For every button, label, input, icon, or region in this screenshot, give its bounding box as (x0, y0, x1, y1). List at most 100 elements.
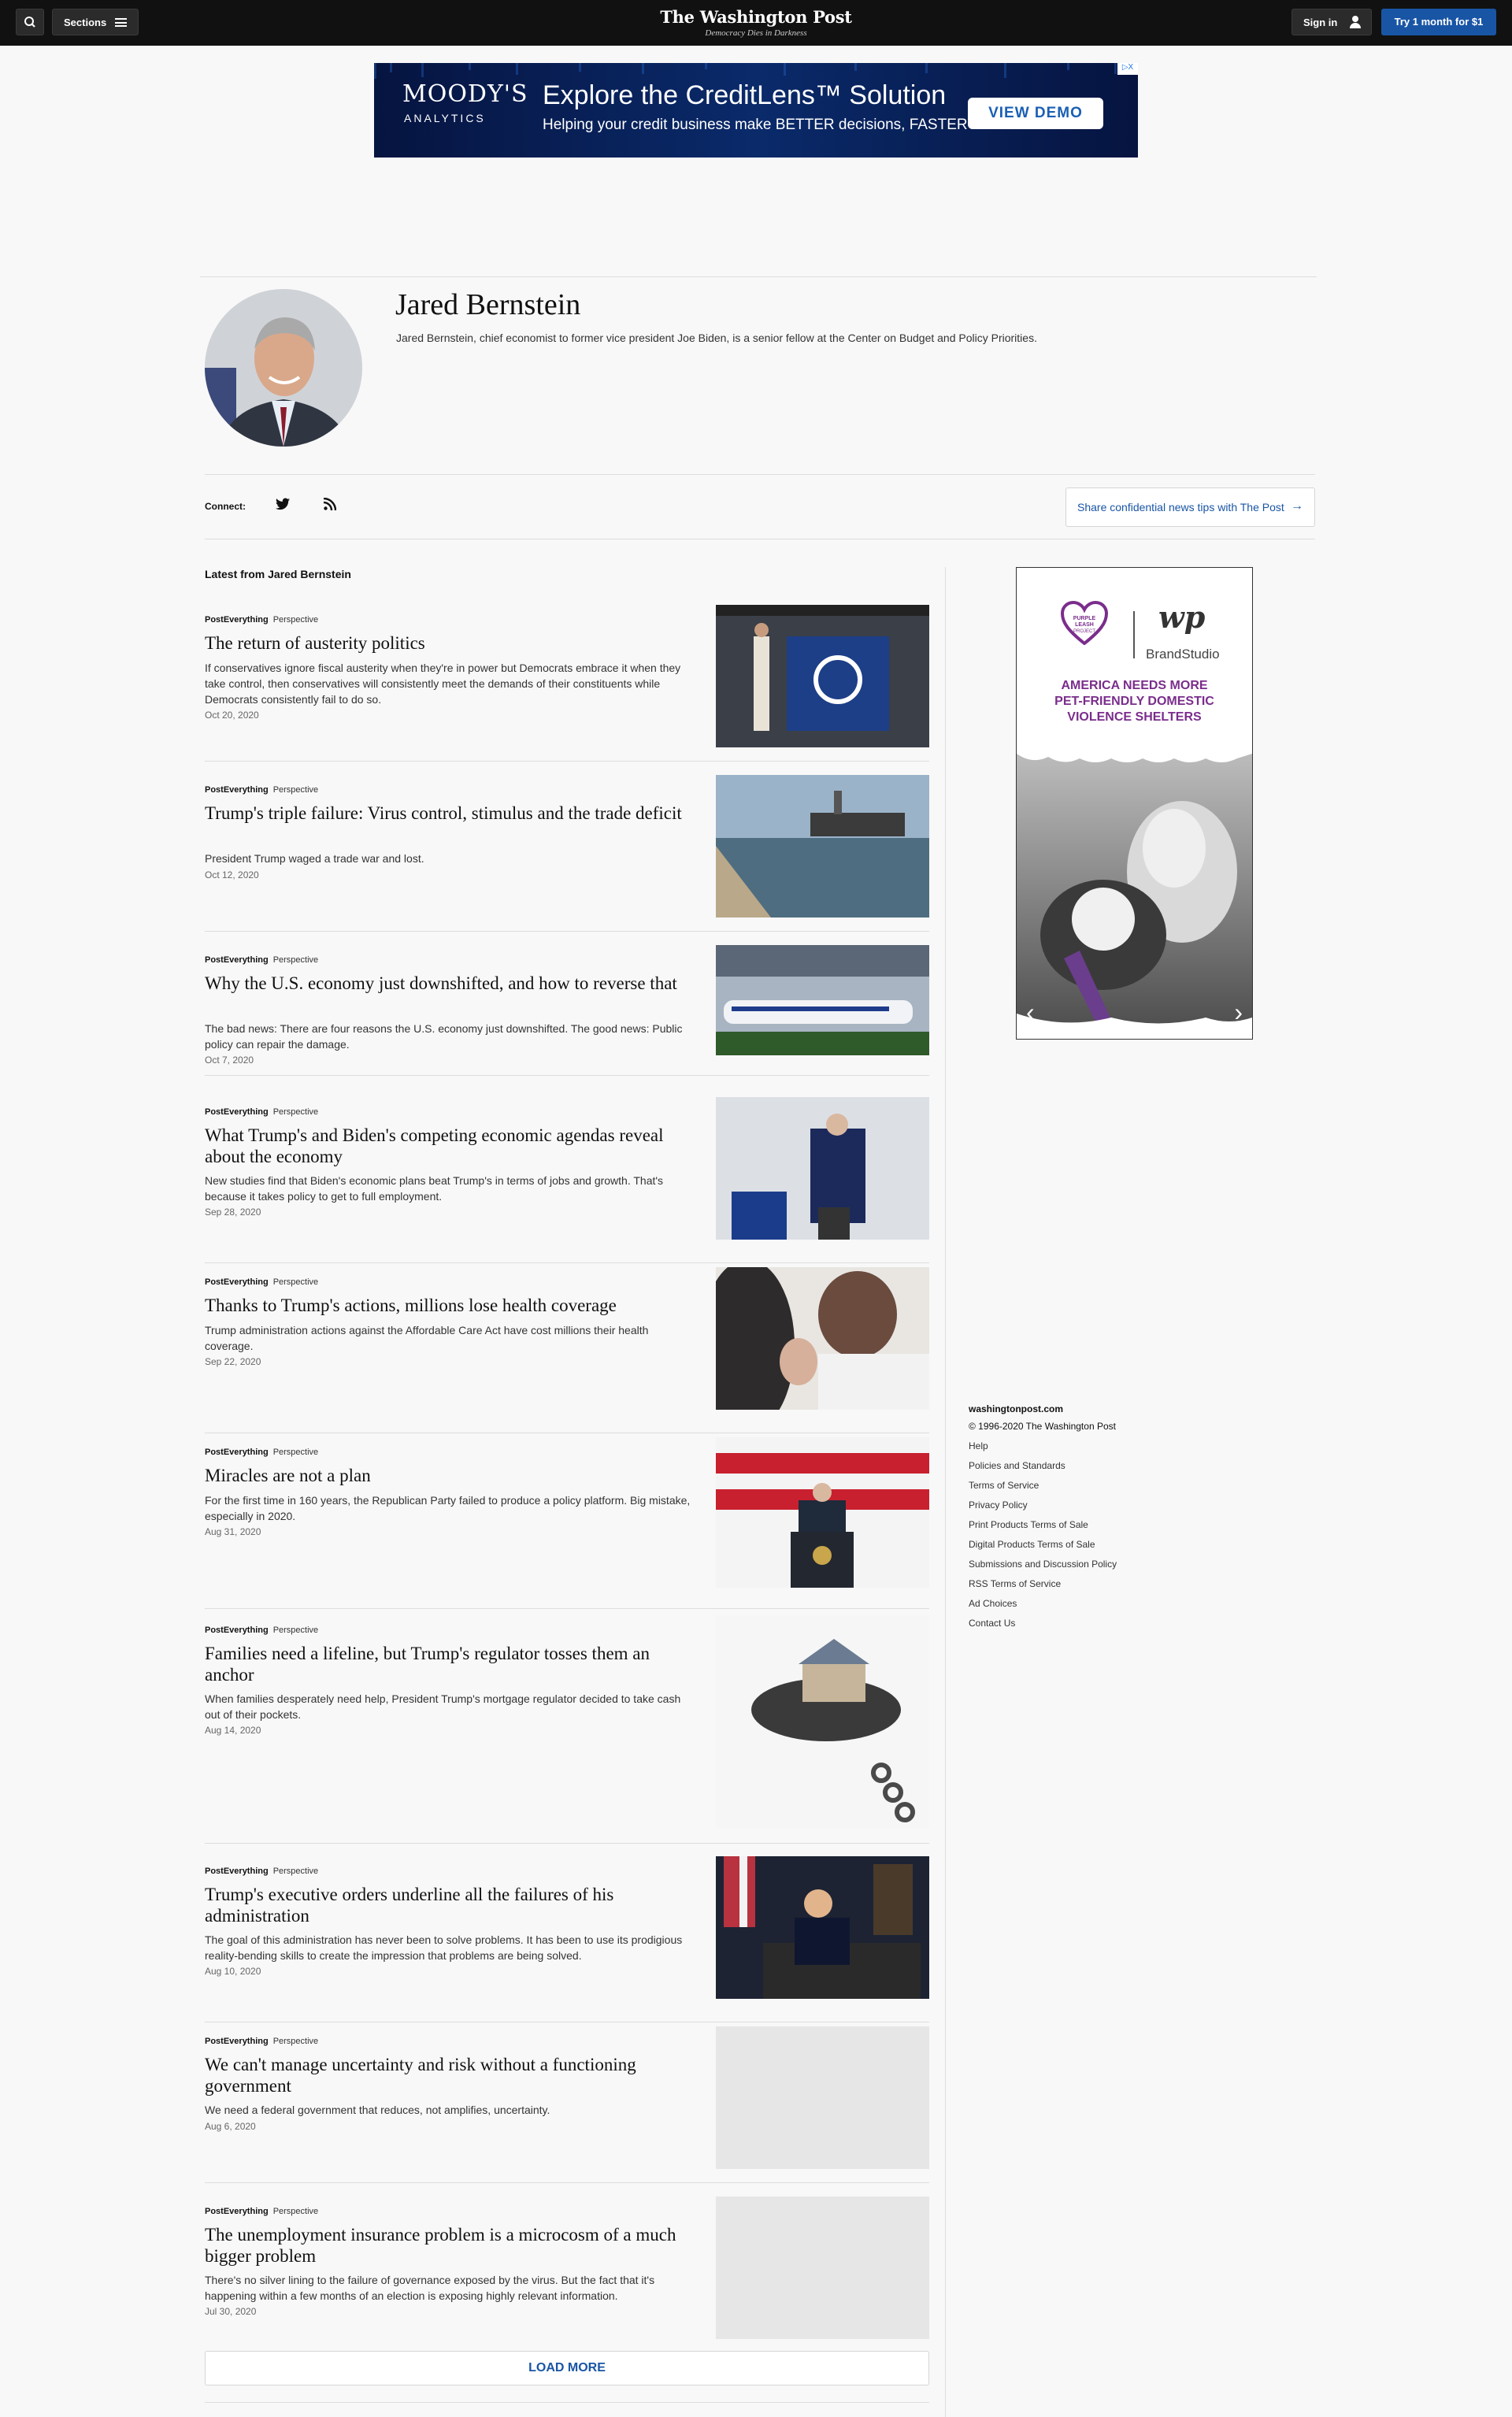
article-type: Perspective (272, 1107, 319, 1117)
article-headline[interactable]: Trump's executive orders underline all t… (205, 1884, 693, 1926)
article-section[interactable]: PostEverything (205, 1448, 269, 1457)
load-more-button[interactable]: LOAD MORE (205, 2351, 929, 2385)
article-thumbnail[interactable] (716, 1267, 929, 1410)
footer-link-contact[interactable]: Contact Us (969, 1618, 1117, 1629)
article-headline[interactable]: The return of austerity politics (205, 632, 693, 654)
article-thumbnail[interactable] (716, 1097, 929, 1240)
footer-link-ad-choices[interactable]: Ad Choices (969, 1598, 1117, 1609)
article-blurb: For the first time in 160 years, the Rep… (205, 1494, 691, 1522)
footer-link-help[interactable]: Help (969, 1440, 1117, 1451)
article-thumbnail[interactable] (716, 1437, 929, 1588)
article-blurb: If conservatives ignore fiscal austerity… (205, 662, 681, 706)
article-meta: PostEverything Perspective (205, 615, 318, 625)
footer-copyright: © 1996-2020 The Washington Post (969, 1421, 1116, 1432)
latest-section-title: Latest from Jared Bernstein (205, 568, 351, 580)
article-section[interactable]: PostEverything (205, 1277, 269, 1287)
article-date: Sep 22, 2020 (205, 1356, 261, 1367)
article-section[interactable]: PostEverything (205, 1867, 269, 1876)
article-section[interactable]: PostEverything (205, 1626, 269, 1635)
ad-choices-icon[interactable]: ▷X (1117, 63, 1138, 75)
twitter-icon[interactable] (276, 498, 290, 510)
article-type: Perspective (272, 1448, 319, 1457)
article-meta: PostEverything Perspective (205, 955, 318, 965)
article-blurb: When families desperately need help, Pre… (205, 1692, 681, 1721)
article-meta: PostEverything Perspective (205, 1867, 318, 1876)
subscribe-button[interactable]: Try 1 month for $1 (1381, 9, 1496, 35)
column-divider (945, 567, 946, 2417)
article-headline[interactable]: Miracles are not a plan (205, 1465, 693, 1486)
carousel-next-button[interactable]: › (1234, 998, 1243, 1027)
article-type: Perspective (272, 2037, 319, 2046)
article-thumbnail-placeholder[interactable] (716, 2026, 929, 2169)
article-headline[interactable]: The unemployment insurance problem is a … (205, 2224, 693, 2267)
heart-logo-icon: PURPLE LEASH PROJECT (1061, 601, 1108, 645)
sidebar-advertisement[interactable]: PURPLE LEASH PROJECT wp BrandStudio AMER… (1016, 567, 1253, 1040)
article-thumbnail-placeholder[interactable] (716, 2196, 929, 2339)
footer-link-privacy[interactable]: Privacy Policy (969, 1500, 1117, 1511)
divider (200, 276, 1317, 277)
sign-in-button[interactable]: Sign in (1292, 9, 1372, 35)
article-thumbnail[interactable] (716, 1856, 929, 1999)
article-date: Sep 28, 2020 (205, 1207, 261, 1218)
footer-link-print-terms[interactable]: Print Products Terms of Sale (969, 1519, 1117, 1530)
article-headline[interactable]: Families need a lifeline, but Trump's re… (205, 1643, 693, 1685)
carousel-prev-button[interactable]: ‹ (1026, 998, 1035, 1027)
tagline: Democracy Dies in Darkness (705, 28, 807, 38)
svg-text:LEASH: LEASH (1075, 622, 1094, 628)
article-section[interactable]: PostEverything (205, 785, 269, 795)
rss-icon[interactable] (324, 498, 336, 510)
article-section[interactable]: PostEverything (205, 2037, 269, 2046)
search-button[interactable] (16, 9, 44, 35)
article-thumbnail[interactable] (716, 945, 929, 1055)
footer-links: washingtonpost.com © 1996-2020 The Washi… (969, 1403, 1117, 1629)
masthead-logo[interactable]: The Washington Post Democracy Dies in Da… (598, 7, 914, 38)
user-icon (1349, 16, 1362, 28)
share-tips-button[interactable]: Share confidential news tips with The Po… (1065, 487, 1315, 527)
article-headline[interactable]: We can't manage uncertainty and risk wit… (205, 2054, 693, 2096)
sections-label: Sections (64, 17, 107, 28)
article-headline[interactable]: What Trump's and Biden's competing econo… (205, 1125, 693, 1167)
article-headline[interactable]: Thanks to Trump's actions, millions lose… (205, 1295, 693, 1316)
article-thumbnail[interactable] (716, 605, 929, 747)
article-thumbnail[interactable] (716, 1615, 929, 1828)
footer-link-terms[interactable]: Terms of Service (969, 1480, 1117, 1491)
article-meta: PostEverything Perspective (205, 2207, 318, 2216)
wp-logo: wp (1158, 599, 1206, 635)
article-thumbnail[interactable] (716, 775, 929, 917)
sections-menu-button[interactable]: Sections (52, 9, 139, 35)
article-section[interactable]: PostEverything (205, 615, 269, 625)
article-blurb: There's no silver lining to the failure … (205, 2274, 655, 2302)
footer-link-rss-terms[interactable]: RSS Terms of Service (969, 1578, 1117, 1589)
article-date: Oct 12, 2020 (205, 869, 259, 880)
article-headline[interactable]: Why the U.S. economy just downshifted, a… (205, 973, 693, 994)
top-navigation: Sections The Washington Post Democracy D… (0, 0, 1512, 46)
article-date: Aug 31, 2020 (205, 1526, 261, 1537)
footer-link-submissions[interactable]: Submissions and Discussion Policy (969, 1559, 1117, 1570)
ad-message: AMERICA NEEDS MORE PET-FRIENDLY DOMESTIC… (1017, 678, 1252, 725)
article-section[interactable]: PostEverything (205, 955, 269, 965)
banner-advertisement[interactable]: MOODY'S ANALYTICS Explore the CreditLens… (374, 63, 1138, 158)
article-section[interactable]: PostEverything (205, 1107, 269, 1117)
footer-link-policies[interactable]: Policies and Standards (969, 1460, 1117, 1471)
divider (205, 2402, 929, 2403)
ad-line: PET-FRIENDLY DOMESTIC (1054, 695, 1214, 708)
article-type: Perspective (272, 1626, 319, 1635)
article-blurb: The goal of this administration has neve… (205, 1933, 683, 1962)
article-separator (205, 1075, 929, 1076)
article-meta: PostEverything Perspective (205, 785, 318, 795)
article-type: Perspective (272, 785, 319, 795)
article-headline[interactable]: Trump's triple failure: Virus control, s… (205, 803, 693, 824)
article-date: Jul 30, 2020 (205, 2306, 257, 2317)
hamburger-icon (115, 18, 127, 27)
ad-photo (1017, 754, 1252, 1039)
divider (205, 474, 1315, 475)
footer-site[interactable]: washingtonpost.com (969, 1403, 1117, 1414)
thumbnail-image (716, 1267, 929, 1410)
thumbnail-image (716, 605, 929, 747)
article-date: Oct 7, 2020 (205, 1055, 254, 1066)
footer-link-digital-terms[interactable]: Digital Products Terms of Sale (969, 1539, 1117, 1550)
article-section[interactable]: PostEverything (205, 2207, 269, 2216)
ad-cta-button[interactable]: VIEW DEMO (968, 98, 1103, 129)
article-separator (205, 761, 929, 762)
thumbnail-image (716, 775, 929, 917)
